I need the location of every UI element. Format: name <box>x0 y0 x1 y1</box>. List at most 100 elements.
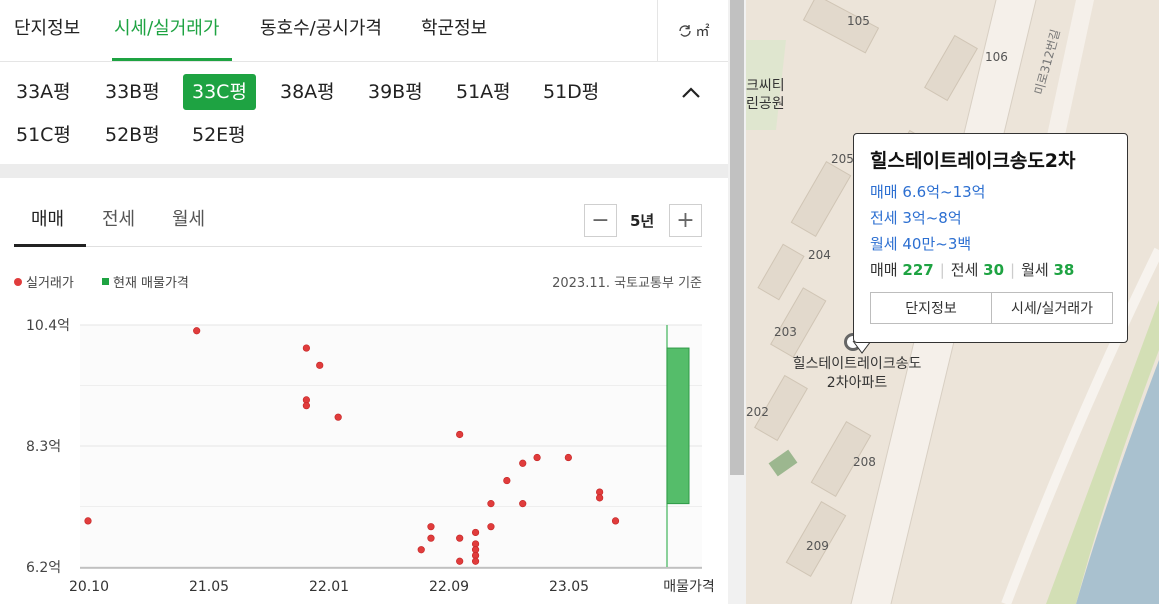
deal-point <box>193 327 201 335</box>
size-chip-33c[interactable]: 33C평 <box>183 74 256 110</box>
tab-unit-price[interactable]: 동호수/공시가격 <box>260 14 382 40</box>
deal-tab-jeonse[interactable]: 전세 <box>102 205 135 231</box>
plus-icon: + <box>676 208 695 233</box>
tab-price[interactable]: 시세/실거래가 <box>114 14 219 40</box>
popup-tail <box>852 341 872 354</box>
size-chip-33a[interactable]: 33A평 <box>16 74 71 110</box>
y-tick-label: 6.2억 <box>26 560 61 576</box>
deal-point <box>427 523 435 531</box>
complex-map-label-2: 2차아파트 <box>826 375 888 391</box>
red-dot-icon <box>14 277 22 286</box>
y-tick-label: 10.4억 <box>26 318 70 334</box>
deal-tab-monthly[interactable]: 월세 <box>172 205 205 231</box>
tab-complex-info[interactable]: 단지정보 <box>14 14 80 40</box>
deal-point <box>487 500 495 508</box>
chevron-up-icon[interactable] <box>678 80 704 106</box>
x-tick-label: 22.09 <box>429 579 469 595</box>
deal-point <box>471 557 480 565</box>
park-label-2: 린공원 <box>746 96 785 112</box>
deal-point <box>596 494 604 502</box>
complex-detail-panel: 단지정보 시세/실거래가 동호수/공시가격 학군정보 ㎡ 33A평 33B평 3… <box>0 0 728 604</box>
size-chip-51a[interactable]: 51A평 <box>456 74 511 110</box>
y-tick-label: 8.3억 <box>26 439 61 455</box>
legend-real-deal-label: 실거래가 <box>26 276 74 291</box>
building-204-label: 204 <box>808 248 831 262</box>
building-202-label: 202 <box>746 405 769 419</box>
deal-point <box>302 402 310 410</box>
building-208-label: 208 <box>853 455 876 469</box>
period-increase-button[interactable]: + <box>669 204 702 237</box>
x-tick-label: 20.10 <box>69 579 109 595</box>
x-tick-label: 23.05 <box>549 579 589 595</box>
popup-title[interactable]: 힐스테이트레이크송도2차 <box>870 146 1111 173</box>
deal-point <box>302 344 310 352</box>
deal-tab-baseline <box>14 246 702 247</box>
deal-point <box>519 459 527 467</box>
popup-monthly-range: 월세 40만~3백 <box>870 235 972 253</box>
count-jeonse-value: 30 <box>983 261 1005 279</box>
deal-tab-indicator <box>14 244 86 247</box>
popup-sale-range: 매매 6.6억~13억 <box>870 183 986 201</box>
popup-jeonse-range: 전세 3억~8억 <box>870 209 962 227</box>
legend-real-deal: 실거래가 <box>14 272 74 291</box>
popup-price-button[interactable]: 시세/실거래가 <box>991 293 1112 323</box>
scrollbar-thumb[interactable] <box>730 0 744 475</box>
complex-info-popup: 힐스테이트레이크송도2차 매매 6.6억~13억 전세 3억~8억 월세 40만… <box>853 133 1128 343</box>
building-203-label: 203 <box>774 325 797 339</box>
deal-point <box>84 517 92 525</box>
popup-complex-info-button[interactable]: 단지정보 <box>871 293 991 323</box>
deal-point <box>564 453 572 462</box>
deal-point <box>456 534 464 542</box>
count-sale-label: 매매 <box>870 261 898 279</box>
deal-point <box>456 430 464 439</box>
deal-point <box>334 413 342 421</box>
deal-point <box>611 517 620 525</box>
deal-point <box>316 361 324 369</box>
period-value: 5년 <box>630 212 655 230</box>
area-unit-label: ㎡ <box>695 24 710 40</box>
x-tick-label-listing: 매물가격 <box>663 579 715 595</box>
count-monthly-label: 월세 <box>1021 261 1049 279</box>
deal-tab-sale[interactable]: 매매 <box>31 205 64 231</box>
count-sale-value: 227 <box>902 261 934 279</box>
deal-point <box>503 476 511 485</box>
listing-price-bar <box>666 347 690 505</box>
size-chip-39b[interactable]: 39B평 <box>368 74 423 110</box>
popup-button-group: 단지정보 시세/실거래가 <box>870 292 1113 324</box>
section-divider <box>0 164 728 178</box>
x-tick-label: 21.05 <box>189 579 229 595</box>
size-chip-33b[interactable]: 33B평 <box>105 74 160 110</box>
popup-listing-counts: 매매 227 | 전세 30 | 월세 38 <box>870 261 1075 279</box>
deal-point <box>471 528 480 537</box>
count-monthly-value: 38 <box>1053 261 1075 279</box>
x-tick-label: 22.01 <box>309 579 349 595</box>
deal-point <box>487 523 495 531</box>
building-209-label: 209 <box>806 539 829 553</box>
deal-point <box>456 557 464 565</box>
size-chip-38a[interactable]: 38A평 <box>280 74 335 110</box>
main-tab-bar: 단지정보 시세/실거래가 동호수/공시가격 학군정보 ㎡ <box>0 0 728 62</box>
tab-school[interactable]: 학군정보 <box>421 14 487 40</box>
count-jeonse-label: 전세 <box>950 261 979 279</box>
price-chart: 10.4억 8.3억 6.2억 20.10 21.05 22.01 22.09 23.05 매물… <box>26 318 715 595</box>
size-chip-51d[interactable]: 51D평 <box>543 74 599 110</box>
size-chip-52b[interactable]: 52B평 <box>105 117 160 153</box>
area-unit-toggle-button[interactable]: ㎡ <box>657 0 728 62</box>
refresh-icon <box>678 25 691 37</box>
deal-point <box>533 453 541 462</box>
park-label-1: 크씨티 <box>746 78 785 94</box>
scrollbar[interactable] <box>728 0 746 604</box>
size-chip-52e[interactable]: 52E평 <box>192 117 246 153</box>
legend-current-listing: 현재 매물가격 <box>102 272 189 291</box>
building-105-label: 105 <box>847 14 870 28</box>
size-chip-51c[interactable]: 51C평 <box>16 117 71 153</box>
deal-point <box>519 500 527 508</box>
building-106-label: 106 <box>985 50 1008 64</box>
source-note: 2023.11. 국토교통부 기준 <box>552 276 702 291</box>
minus-icon: − <box>591 208 610 233</box>
active-tab-indicator <box>112 58 232 61</box>
deal-point <box>417 546 425 554</box>
building-205-label: 205 <box>831 152 854 166</box>
period-decrease-button[interactable]: − <box>584 204 617 237</box>
green-square-icon <box>102 278 109 285</box>
